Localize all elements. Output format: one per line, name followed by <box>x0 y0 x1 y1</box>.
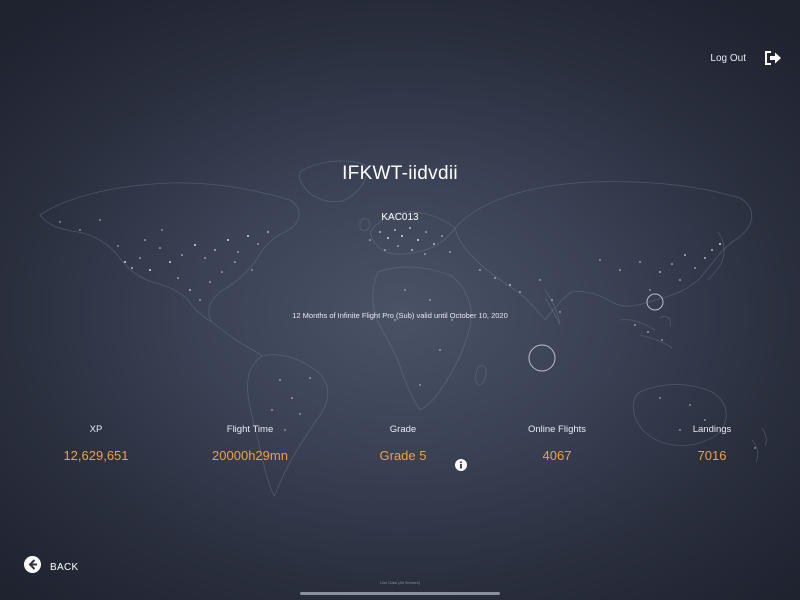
stat-label-grade: Grade <box>389 424 417 435</box>
arrow-left-circle-icon <box>24 556 41 578</box>
stat-xp: XP 12,629,651 <box>21 424 171 463</box>
continent-north-america <box>39 182 300 323</box>
back-button[interactable]: BACK <box>24 556 78 578</box>
logout-label: Log Out <box>710 52 746 64</box>
stat-label-landings: Landings <box>692 424 732 435</box>
stat-landings: Landings 7016 <box>637 424 787 463</box>
stat-value-online-flights: 4067 <box>542 448 572 463</box>
island-japan <box>707 231 725 281</box>
info-circle-icon[interactable] <box>455 458 467 471</box>
continent-africa <box>372 266 472 411</box>
live-data-note: Live Data (All Servers) <box>379 580 420 585</box>
stat-flight-time: Flight Time 20000h29mn <box>175 424 325 463</box>
region-central-america <box>211 321 263 357</box>
callsign: KAC013 <box>381 212 419 223</box>
world-map <box>39 160 767 497</box>
continent-asia <box>454 181 753 321</box>
home-indicator[interactable] <box>300 592 500 595</box>
stat-value-xp: 12,629,651 <box>63 448 129 463</box>
stat-label-flight-time: Flight Time <box>226 424 274 435</box>
stat-label-xp: XP <box>89 424 103 435</box>
back-label: BACK <box>50 561 79 573</box>
username: IFKWT-iidvdii <box>342 163 458 184</box>
logout-button[interactable]: Log Out <box>710 50 782 66</box>
logout-arrow-icon <box>764 50 782 66</box>
highlight-ring-south-america <box>528 344 556 372</box>
stat-value-flight-time: 20000h29mn <box>212 448 288 463</box>
stat-online-flights: Online Flights 4067 <box>482 424 632 463</box>
region-southeast-asia <box>619 316 673 349</box>
stat-value-landings: 7016 <box>697 448 727 463</box>
stats-row: XP 12,629,651 Flight Time 20000h29mn Gra… <box>0 424 800 484</box>
stat-label-online-flights: Online Flights <box>527 424 587 435</box>
subscription-status: 12 Months of Infinite Flight Pro (Sub) v… <box>292 311 508 320</box>
island-madagascar <box>475 364 487 386</box>
